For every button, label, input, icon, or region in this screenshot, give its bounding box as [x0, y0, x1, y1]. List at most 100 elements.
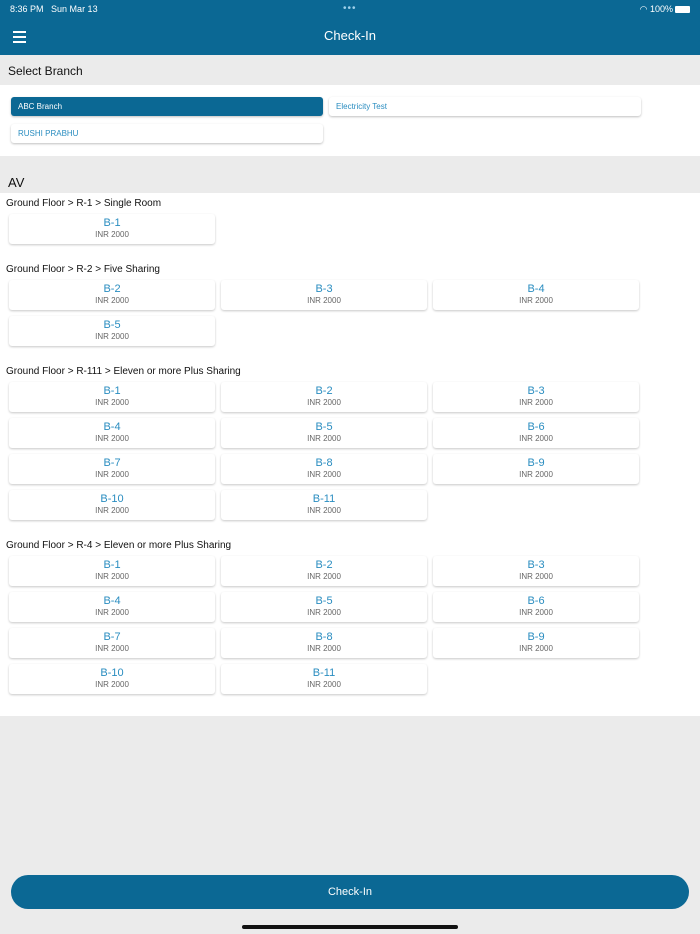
bed-card[interactable]: B-5 INR 2000 — [221, 592, 427, 622]
bed-name: B-11 — [312, 493, 336, 505]
bed-price: INR 2000 — [95, 434, 129, 443]
bed-card[interactable]: B-6 INR 2000 — [433, 418, 639, 448]
branch-rushi-prabhu[interactable]: RUSHI PRABHU — [11, 124, 323, 143]
app-header: 8:36 PM Sun Mar 13 ◠ 100% ••• Check-In — [0, 0, 700, 55]
bed-name: B-2 — [315, 385, 333, 397]
bed-name: B-7 — [103, 631, 121, 643]
room-title: Ground Floor > R-4 > Eleven or more Plus… — [6, 540, 232, 551]
bed-card[interactable]: B-7 INR 2000 — [9, 454, 215, 484]
bed-card[interactable]: B-9 INR 2000 — [433, 454, 639, 484]
bed-price: INR 2000 — [95, 506, 129, 515]
bed-card[interactable]: B-10 INR 2000 — [9, 664, 215, 694]
status-time: 8:36 PM Sun Mar 13 — [10, 4, 98, 14]
bed-price: INR 2000 — [307, 680, 341, 689]
bed-name: B-1 — [103, 559, 121, 571]
bed-card[interactable]: B-11 INR 2000 — [221, 490, 427, 520]
time: 8:36 PM — [10, 4, 44, 14]
bed-name: B-6 — [527, 595, 545, 607]
check-in-button[interactable]: Check-In — [11, 875, 689, 909]
bed-card[interactable]: B-4 INR 2000 — [9, 418, 215, 448]
bed-card[interactable]: B-5 INR 2000 — [9, 316, 215, 346]
bed-card[interactable]: B-9 INR 2000 — [433, 628, 639, 658]
bed-price: INR 2000 — [307, 572, 341, 581]
date: Sun Mar 13 — [51, 4, 98, 14]
bed-card[interactable]: B-3 INR 2000 — [433, 556, 639, 586]
bed-price: INR 2000 — [519, 572, 553, 581]
page-title: Check-In — [323, 28, 377, 43]
bed-price: INR 2000 — [95, 332, 129, 341]
bed-card[interactable]: B-2 INR 2000 — [221, 382, 427, 412]
bed-price: INR 2000 — [95, 470, 129, 479]
home-indicator — [242, 925, 458, 929]
bed-price: INR 2000 — [519, 434, 553, 443]
bed-price: INR 2000 — [95, 644, 129, 653]
bed-card[interactable]: B-1 INR 2000 — [9, 382, 215, 412]
bed-card[interactable]: B-8 INR 2000 — [221, 628, 427, 658]
bed-card[interactable]: B-6 INR 2000 — [433, 592, 639, 622]
bed-name: B-3 — [527, 559, 545, 571]
bed-name: B-9 — [527, 457, 545, 469]
bed-price: INR 2000 — [95, 680, 129, 689]
branch-electricity-test[interactable]: Electricity Test — [329, 97, 641, 116]
select-branch-heading: Select Branch — [8, 64, 83, 78]
bed-price: INR 2000 — [519, 470, 553, 479]
bed-price: INR 2000 — [95, 230, 129, 239]
battery-icon — [675, 6, 690, 13]
bed-name: B-4 — [103, 421, 121, 433]
wifi-icon: ◠ — [639, 4, 648, 14]
bed-card[interactable]: B-5 INR 2000 — [221, 418, 427, 448]
bed-name: B-2 — [103, 283, 121, 295]
status-right: ◠ 100% — [640, 4, 690, 14]
bed-name: B-8 — [315, 457, 333, 469]
bed-name: B-3 — [315, 283, 333, 295]
bed-card[interactable]: B-10 INR 2000 — [9, 490, 215, 520]
bed-price: INR 2000 — [307, 434, 341, 443]
bed-price: INR 2000 — [519, 608, 553, 617]
branch-abc[interactable]: ABC Branch — [11, 97, 323, 116]
bed-price: INR 2000 — [519, 644, 553, 653]
bed-grid: B-2 INR 2000 B-3 INR 2000 B-4 INR 2000 B-5 INR … — [0, 280, 700, 352]
bed-price: INR 2000 — [95, 398, 129, 407]
bed-name: B-4 — [527, 283, 545, 295]
bed-name: B-1 — [103, 385, 121, 397]
branch-list: ABC Branch Electricity Test RUSHI PRABHU — [0, 85, 700, 156]
room-title: Ground Floor > R-1 > Single Room — [6, 198, 162, 209]
bed-price: INR 2000 — [307, 608, 341, 617]
bed-name: B-2 — [315, 559, 333, 571]
bed-card[interactable]: B-1 INR 2000 — [9, 556, 215, 586]
property-heading: AV — [8, 175, 25, 190]
bed-card[interactable]: B-3 INR 2000 — [433, 382, 639, 412]
bed-price: INR 2000 — [307, 644, 341, 653]
room-title: Ground Floor > R-111 > Eleven or more Pl… — [6, 366, 241, 377]
battery-level: 100% — [649, 4, 673, 14]
bed-name: B-4 — [103, 595, 121, 607]
bed-card[interactable]: B-3 INR 2000 — [221, 280, 427, 310]
bed-card[interactable]: B-11 INR 2000 — [221, 664, 427, 694]
bed-grid: B-1 INR 2000 B-2 INR 2000 B-3 INR 2000 B-4 INR … — [0, 382, 700, 526]
bed-name: B-6 — [527, 421, 545, 433]
bed-name: B-8 — [315, 631, 333, 643]
bed-price: INR 2000 — [307, 506, 341, 515]
bed-card[interactable]: B-8 INR 2000 — [221, 454, 427, 484]
multitask-dots-icon[interactable]: ••• — [343, 3, 357, 14]
bed-name: B-5 — [315, 595, 333, 607]
bed-name: B-10 — [100, 493, 124, 505]
bed-card[interactable]: B-4 INR 2000 — [9, 592, 215, 622]
bed-card[interactable]: B-4 INR 2000 — [433, 280, 639, 310]
bed-price: INR 2000 — [307, 296, 341, 305]
bed-card[interactable]: B-7 INR 2000 — [9, 628, 215, 658]
bed-grid: B-1 INR 2000 — [0, 214, 700, 250]
bed-grid: B-1 INR 2000 B-2 INR 2000 B-3 INR 2000 B-4 INR … — [0, 556, 700, 700]
bed-name: B-7 — [103, 457, 121, 469]
bed-price: INR 2000 — [307, 398, 341, 407]
bed-price: INR 2000 — [95, 296, 129, 305]
bed-card[interactable]: B-2 INR 2000 — [221, 556, 427, 586]
bed-price: INR 2000 — [307, 470, 341, 479]
bed-card[interactable]: B-2 INR 2000 — [9, 280, 215, 310]
bed-price: INR 2000 — [519, 296, 553, 305]
bed-name: B-11 — [312, 667, 336, 679]
bed-price: INR 2000 — [519, 398, 553, 407]
bed-card[interactable]: B-1 INR 2000 — [9, 214, 215, 244]
bed-name: B-10 — [100, 667, 124, 679]
bed-name: B-5 — [103, 319, 121, 331]
